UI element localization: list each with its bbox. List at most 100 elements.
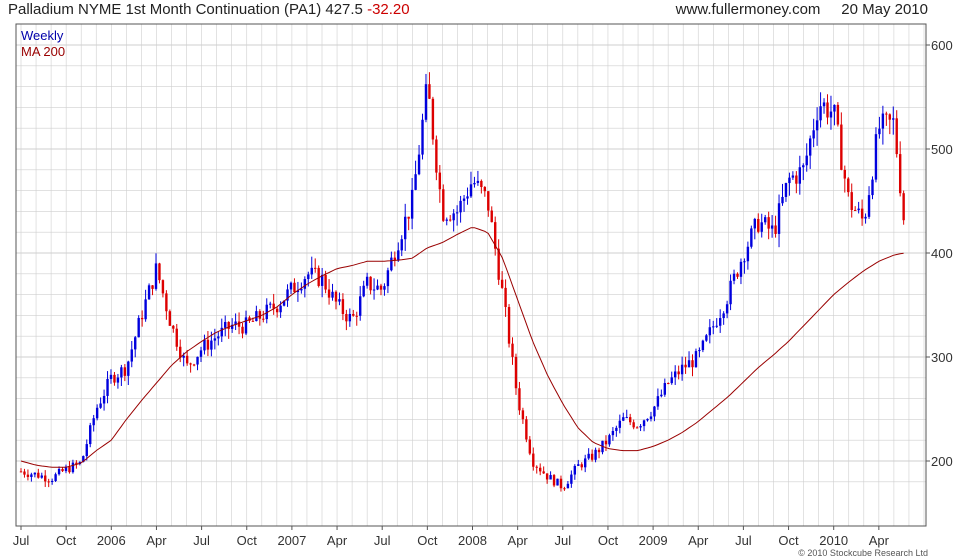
candle-body (476, 180, 480, 183)
candle-body (545, 473, 549, 480)
candle-body (400, 239, 403, 251)
candle-body (137, 317, 140, 338)
candle-body (577, 464, 580, 466)
candle-body (410, 189, 414, 219)
x-tick-label: Apr (327, 533, 348, 548)
candle-body (542, 471, 545, 474)
candle-body (140, 317, 144, 320)
candle-body (805, 155, 808, 166)
candle-body (68, 466, 71, 473)
candle-body (888, 114, 892, 120)
legend-weekly: Weekly (21, 28, 64, 43)
candle-body (40, 475, 43, 478)
candle-body (770, 225, 774, 229)
candle-body (355, 315, 358, 317)
candle-body (224, 321, 227, 328)
candle-body (670, 377, 673, 384)
candle-body (687, 360, 691, 368)
candle-body (334, 291, 338, 302)
candle-body (611, 430, 615, 436)
ma200-line (20, 227, 904, 468)
candle-body (552, 475, 556, 486)
candle-body (251, 320, 255, 322)
candle-body (791, 175, 795, 178)
candle-body (521, 410, 525, 420)
candle-body (902, 193, 905, 221)
candle-body (362, 285, 365, 297)
candle-body (210, 340, 213, 350)
candle-body (500, 279, 504, 288)
candle-body (61, 468, 64, 472)
candle-body (379, 285, 383, 290)
candle-body (584, 458, 587, 468)
candle-body (365, 276, 369, 286)
candle-body (736, 273, 739, 277)
x-tick-label: 2009 (639, 533, 668, 548)
candle-body (760, 222, 763, 232)
candle-body (189, 363, 192, 365)
candle-body (192, 364, 196, 366)
candle-body (885, 113, 888, 115)
y-tick-label: 600 (931, 38, 953, 53)
candle-body (784, 183, 788, 197)
candle-body (30, 474, 33, 477)
candle-body (836, 104, 840, 125)
candle-body (154, 263, 158, 289)
x-tick-label: Jul (735, 533, 752, 548)
x-tick-label: Oct (778, 533, 799, 548)
x-tick-label: Oct (417, 533, 438, 548)
candle-body (421, 119, 424, 155)
candle-body (656, 396, 660, 407)
candle-body (445, 219, 448, 221)
candle-body (289, 282, 293, 290)
candle-body (604, 440, 608, 445)
candle-body (44, 475, 47, 482)
x-tick-label: Apr (688, 533, 709, 548)
candle-body (808, 138, 812, 156)
candle-body (615, 427, 618, 431)
candle-body (275, 308, 279, 313)
x-tick-label: 2008 (458, 533, 487, 548)
candle-body (244, 317, 248, 334)
candle-body (92, 418, 95, 426)
candle-body (746, 246, 750, 262)
candle-body (632, 422, 635, 428)
x-tick-label: 2006 (97, 533, 126, 548)
candle-body (549, 475, 552, 480)
candle-body (570, 474, 573, 484)
candle-body (673, 371, 677, 378)
candle-body (307, 274, 310, 280)
candle-body (452, 213, 455, 221)
candle-body (525, 419, 528, 440)
candle-body (120, 367, 123, 378)
candle-body (535, 466, 538, 468)
candle-body (203, 339, 206, 351)
candle-body (327, 289, 331, 298)
candle-body (109, 374, 113, 379)
x-tick-label: Oct (598, 533, 619, 548)
candle-body (587, 453, 590, 459)
candle-body (694, 351, 698, 368)
candle-body (642, 420, 646, 427)
candle-body (407, 216, 410, 219)
candle-body (442, 189, 445, 221)
candle-body (798, 167, 802, 184)
x-tick-label: Apr (869, 533, 890, 548)
candle-body (532, 453, 535, 467)
candle-body (303, 279, 307, 289)
candle-body (867, 195, 871, 217)
candle-body (369, 276, 372, 291)
y-tick-label: 200 (931, 454, 953, 469)
candle-body (106, 378, 109, 396)
candle-body (622, 417, 625, 421)
candle-body (438, 172, 442, 190)
candle-body (774, 225, 777, 234)
candle-body (341, 299, 345, 315)
candle-body (359, 296, 362, 316)
candle-body (812, 130, 815, 139)
candle-body (338, 299, 341, 302)
candle-body (473, 182, 476, 185)
candle-body (822, 102, 826, 107)
candle-body (639, 426, 642, 428)
copyright-text: © 2010 Stockcube Research Ltd (798, 548, 928, 558)
